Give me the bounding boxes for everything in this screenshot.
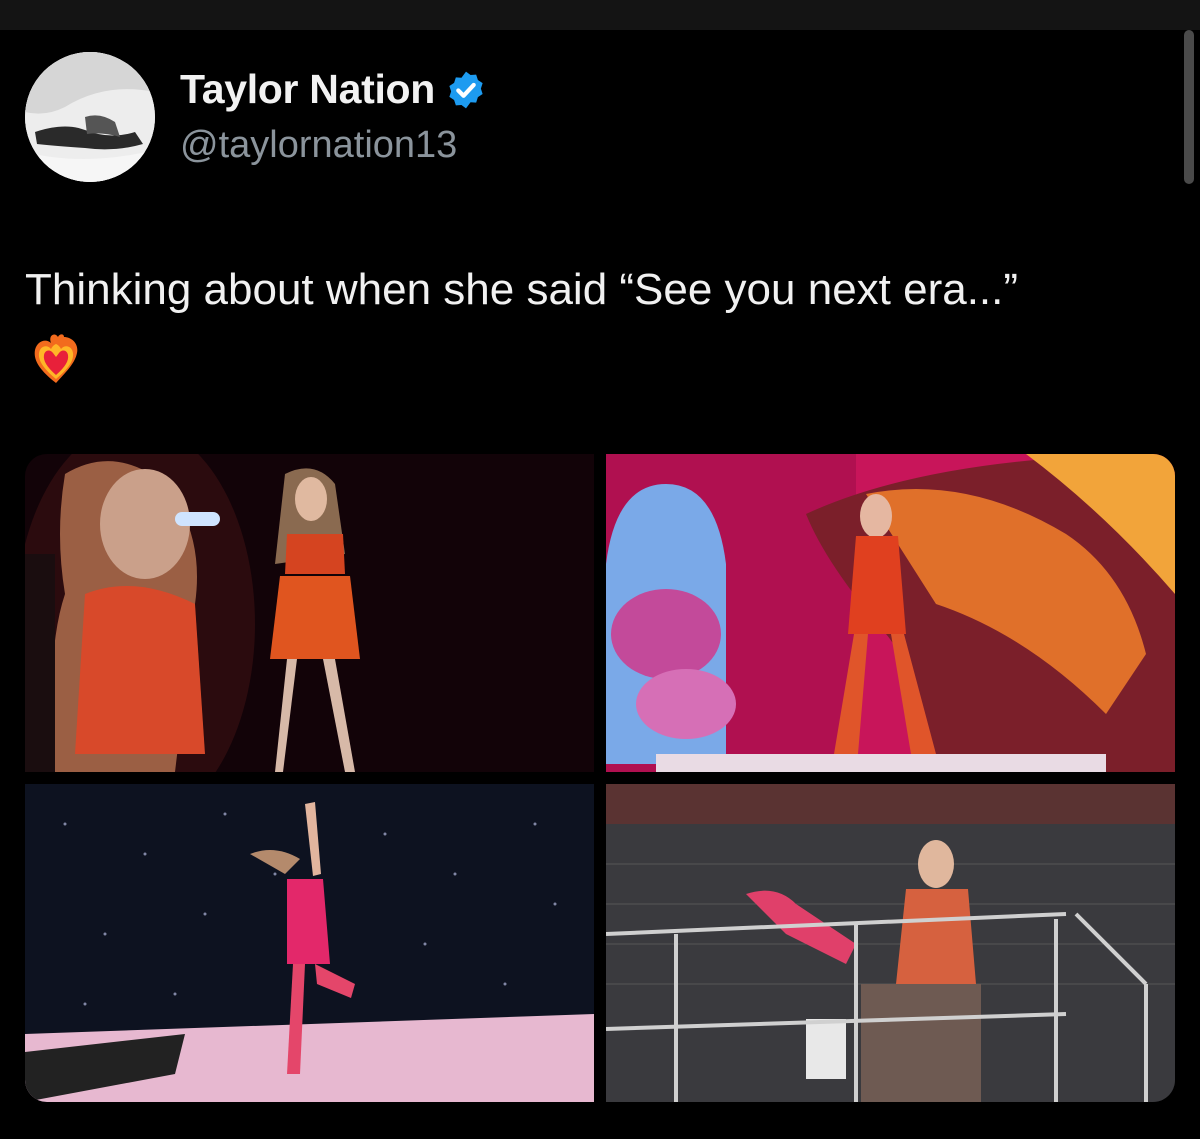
top-bar: [0, 0, 1200, 30]
scrollbar[interactable]: [1184, 30, 1194, 184]
media-photo-3[interactable]: [25, 784, 594, 1102]
author-display-name[interactable]: Taylor Nation: [180, 66, 435, 113]
photo-2-image: [606, 454, 1175, 772]
media-photo-4[interactable]: [606, 784, 1175, 1102]
author-handle[interactable]: @taylornation13: [180, 124, 457, 167]
author-row: Taylor Nation: [180, 66, 487, 113]
heart-on-fire-icon: [34, 334, 78, 383]
media-photo-2[interactable]: [606, 454, 1175, 772]
photo-3-image: [25, 784, 594, 1102]
photo-1-image: [25, 454, 594, 772]
media-photo-1[interactable]: [25, 454, 594, 772]
tweet-text: Thinking about when she said “See you ne…: [25, 265, 1019, 314]
photo-4-image: [606, 784, 1175, 1102]
verified-badge-icon: [449, 71, 483, 108]
avatar-image: [25, 52, 155, 182]
avatar[interactable]: [25, 52, 155, 182]
media-grid: [25, 454, 1175, 1102]
